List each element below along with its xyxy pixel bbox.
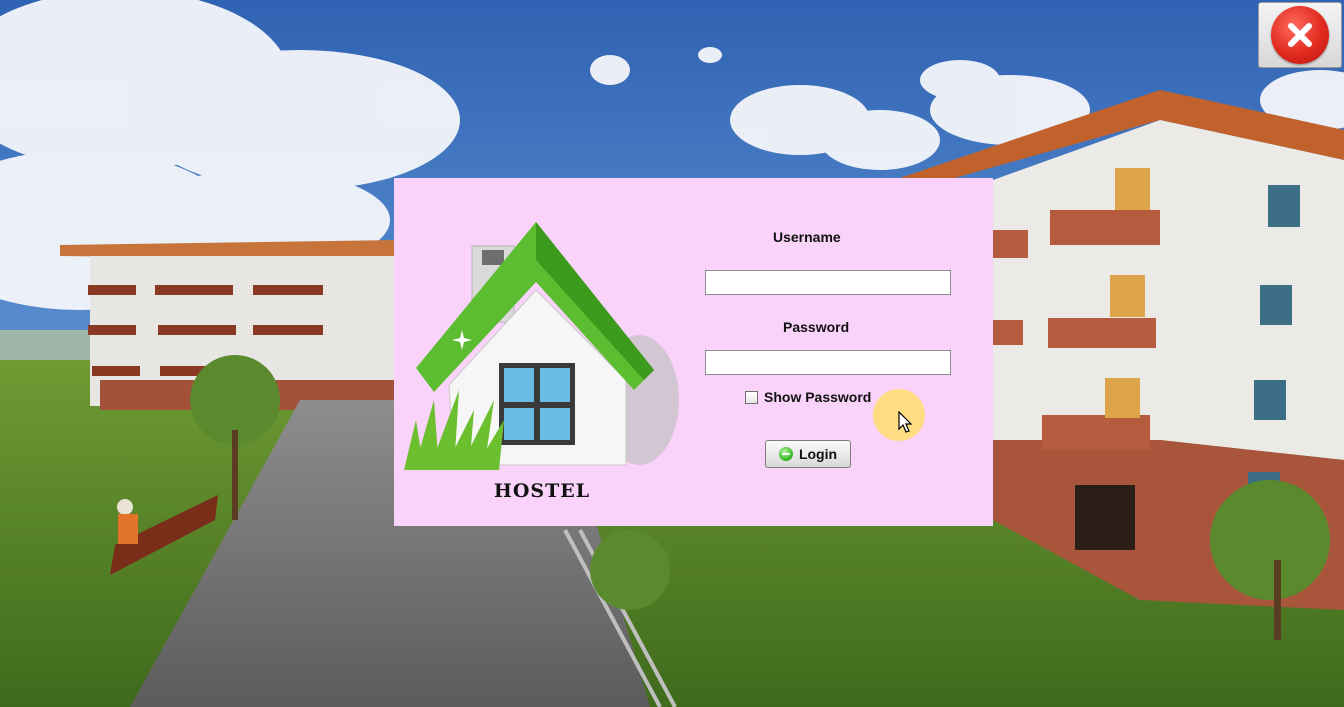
username-label: Username xyxy=(773,229,841,245)
login-button-label: Login xyxy=(798,446,838,462)
show-password-label: Show Password xyxy=(764,389,872,405)
checkbox-box[interactable] xyxy=(745,390,758,404)
close-button[interactable] xyxy=(1258,2,1342,68)
login-button[interactable]: Login xyxy=(765,440,851,468)
close-icon xyxy=(1271,6,1329,64)
brand-title: HOSTEL xyxy=(493,480,591,502)
mouse-pointer-icon xyxy=(898,411,913,433)
password-label: Password xyxy=(783,319,850,335)
green-circle-icon xyxy=(778,447,793,461)
login-panel: HOSTEL Username Password Show Password L… xyxy=(394,178,993,526)
show-password-checkbox[interactable]: Show Password xyxy=(745,389,871,405)
username-field[interactable] xyxy=(705,270,951,295)
house-icon xyxy=(404,222,679,470)
password-field[interactable] xyxy=(705,350,951,375)
